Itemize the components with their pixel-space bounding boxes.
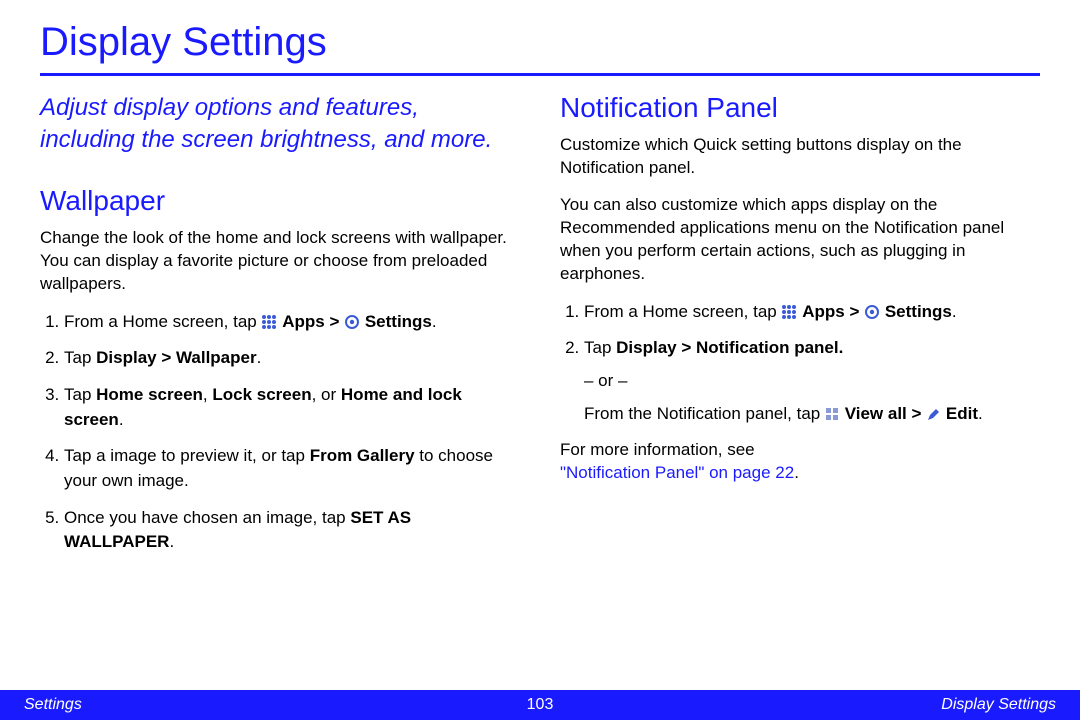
step-text: Tap	[64, 348, 96, 367]
wallpaper-desc: Change the look of the home and lock scr…	[40, 227, 520, 296]
step-bold: From Gallery	[310, 446, 415, 465]
period: .	[978, 404, 983, 423]
period: .	[119, 410, 124, 429]
notification-steps: From a Home screen, tap Apps > Settings.…	[560, 300, 1040, 427]
step-text: Tap	[64, 385, 96, 404]
step-text: Tap a image to preview it, or tap	[64, 446, 310, 465]
tiles-icon	[825, 402, 840, 427]
right-column: Notification Panel Customize which Quick…	[560, 92, 1040, 567]
document-page: Display Settings Adjust display options …	[0, 0, 1080, 720]
or-line: – or –	[584, 369, 1040, 394]
two-column-layout: Adjust display options and features, inc…	[40, 92, 1040, 567]
apps-label: Apps	[282, 312, 325, 331]
list-item: Once you have chosen an image, tap SET A…	[64, 506, 520, 555]
footer-right: Display Settings	[941, 696, 1056, 714]
separator: >	[849, 302, 864, 321]
period: .	[952, 302, 957, 321]
period: .	[257, 348, 262, 367]
more-info-text: For more information, see	[560, 440, 755, 459]
list-item: Tap Display > Wallpaper.	[64, 346, 520, 371]
np-desc2: You can also customize which apps displa…	[560, 194, 1040, 286]
list-item: Tap a image to preview it, or tap From G…	[64, 444, 520, 493]
settings-gear-icon	[864, 300, 880, 325]
step-text: From a Home screen, tap	[584, 302, 781, 321]
viewall-label: View all	[845, 404, 907, 423]
more-info-line: For more information, see "Notification …	[560, 439, 1040, 485]
step-text: Tap	[584, 338, 616, 357]
apps-grid-icon	[261, 310, 277, 335]
np-desc1: Customize which Quick setting buttons di…	[560, 134, 1040, 180]
list-item: Tap Home screen, Lock screen, or Home an…	[64, 383, 520, 432]
page-title: Display Settings	[40, 20, 1040, 65]
step-bold: Lock screen	[212, 385, 311, 404]
period: .	[169, 532, 174, 551]
apps-grid-icon	[781, 300, 797, 325]
settings-label: Settings	[365, 312, 432, 331]
separator: >	[329, 312, 344, 331]
list-item: Tap Display > Notification panel. – or –…	[584, 336, 1040, 426]
wallpaper-steps: From a Home screen, tap Apps > Settings.…	[40, 310, 520, 555]
period: .	[432, 312, 437, 331]
notification-panel-link[interactable]: "Notification Panel" on page 22	[560, 463, 794, 482]
step-text: From a Home screen, tap	[64, 312, 261, 331]
sep: ,	[203, 385, 212, 404]
wallpaper-heading: Wallpaper	[40, 185, 520, 217]
period: .	[794, 463, 799, 482]
footer-page-number: 103	[527, 696, 554, 714]
step-bold: Display > Notification panel.	[616, 338, 843, 357]
title-rule	[40, 73, 1040, 76]
step-bold: Home screen	[96, 385, 203, 404]
list-item: From a Home screen, tap Apps > Settings.	[584, 300, 1040, 325]
sep: , or	[312, 385, 341, 404]
footer-left: Settings	[24, 696, 82, 714]
step-text: Once you have chosen an image, tap	[64, 508, 350, 527]
apps-label: Apps	[802, 302, 845, 321]
step-bold: Display > Wallpaper	[96, 348, 256, 367]
notification-panel-heading: Notification Panel	[560, 92, 1040, 124]
step-text: From the Notification panel, tap	[584, 404, 825, 423]
separator: >	[912, 404, 927, 423]
settings-gear-icon	[344, 310, 360, 335]
left-column: Adjust display options and features, inc…	[40, 92, 520, 567]
page-footer: Settings 103 Display Settings	[0, 690, 1080, 720]
settings-label: Settings	[885, 302, 952, 321]
intro-text: Adjust display options and features, inc…	[40, 92, 520, 157]
edit-label: Edit	[946, 404, 978, 423]
pencil-icon	[926, 402, 941, 427]
list-item: From a Home screen, tap Apps > Settings.	[64, 310, 520, 335]
